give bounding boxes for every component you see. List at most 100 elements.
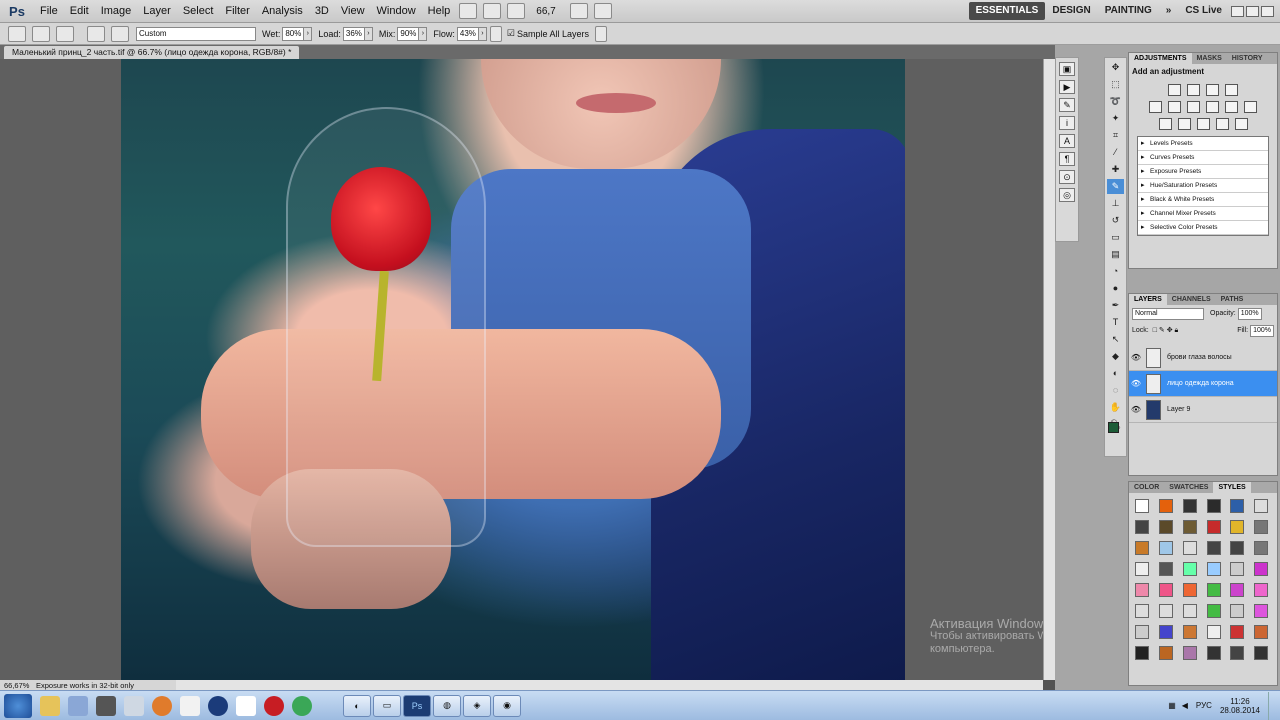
navigator-icon[interactable]: ◎ — [1059, 188, 1075, 202]
style-swatch[interactable] — [1206, 583, 1221, 597]
color-balance-icon[interactable] — [1187, 101, 1200, 113]
menu-analysis[interactable]: Analysis — [256, 0, 309, 23]
style-swatch[interactable] — [1158, 499, 1173, 513]
style-swatch[interactable] — [1254, 646, 1269, 660]
more-workspaces-icon[interactable]: » — [1159, 2, 1179, 20]
brush-panel-icon[interactable] — [56, 25, 74, 42]
style-swatch[interactable] — [1182, 541, 1197, 555]
style-swatch[interactable] — [1182, 604, 1197, 618]
3d-rotate-tool-icon[interactable]: ◐ — [1107, 366, 1124, 381]
threshold-icon[interactable] — [1196, 118, 1210, 130]
layer-row[interactable]: 👁︎ брови глаза волосы — [1129, 345, 1277, 371]
channel-mixer-icon[interactable] — [1244, 101, 1257, 113]
preset-curves[interactable]: Curves Presets — [1138, 151, 1268, 165]
preset-exposure[interactable]: Exposure Presets — [1138, 165, 1268, 179]
style-swatch[interactable] — [1182, 499, 1197, 513]
tab-swatches[interactable]: SWATCHES — [1164, 482, 1213, 493]
artwork-image[interactable] — [121, 59, 905, 680]
character-panel-icon[interactable]: A — [1059, 134, 1075, 148]
style-swatch[interactable] — [1182, 562, 1197, 576]
style-swatch[interactable] — [1206, 562, 1221, 576]
preset-channel-mixer[interactable]: Channel Mixer Presets — [1138, 207, 1268, 221]
levels-icon[interactable] — [1187, 84, 1200, 96]
clone-source-icon[interactable]: ⊙ — [1059, 170, 1075, 184]
pen-tool-icon[interactable]: ✒ — [1107, 298, 1124, 313]
style-swatch[interactable] — [1135, 499, 1149, 513]
style-swatch[interactable] — [1158, 583, 1173, 597]
sample-all-checkbox[interactable]: ☑ — [507, 28, 515, 39]
crop-tool-icon[interactable]: ⌗ — [1107, 128, 1124, 143]
language-indicator[interactable]: РУС — [1196, 701, 1212, 710]
style-swatch[interactable] — [1230, 562, 1245, 576]
load-brush-icon[interactable] — [87, 25, 105, 42]
task-button-photoshop[interactable]: Ps — [403, 694, 431, 717]
style-swatch[interactable] — [1158, 562, 1173, 576]
invert-icon[interactable] — [1158, 118, 1172, 130]
minimize-icon[interactable] — [1231, 5, 1244, 17]
chrome-icon[interactable] — [292, 695, 312, 716]
menu-layer[interactable]: Layer — [137, 0, 177, 23]
curves-icon[interactable] — [1206, 84, 1219, 96]
menu-image[interactable]: Image — [95, 0, 138, 23]
style-swatch[interactable] — [1158, 604, 1173, 618]
photo-filter-icon[interactable] — [1225, 101, 1238, 113]
style-swatch[interactable] — [1206, 604, 1221, 618]
mix-field[interactable]: 90% — [397, 26, 420, 41]
opera-icon[interactable] — [264, 695, 284, 716]
media-icon[interactable] — [208, 695, 228, 716]
style-swatch[interactable] — [1158, 646, 1173, 660]
eye-icon[interactable]: 👁︎ — [1129, 405, 1143, 414]
brightness-contrast-icon[interactable] — [1168, 84, 1181, 96]
canvas-area[interactable] — [0, 59, 1043, 680]
gradient-tool-icon[interactable]: ▤ — [1107, 247, 1124, 262]
launch-bridge-icon[interactable] — [459, 3, 478, 19]
move-tool-icon[interactable]: ✥ — [1107, 60, 1124, 75]
style-swatch[interactable] — [1206, 646, 1221, 660]
workspace-painting[interactable]: PAINTING — [1098, 2, 1159, 20]
arrange-documents-icon[interactable] — [569, 3, 588, 19]
type-tool-icon[interactable]: T — [1107, 315, 1124, 330]
network-icon[interactable]: ▦ — [1168, 701, 1176, 710]
history-brush-tool-icon[interactable]: ↺ — [1107, 213, 1124, 228]
mixer-brush-tool-icon[interactable] — [8, 25, 26, 42]
clock[interactable]: 11:26 28.08.2014 — [1220, 697, 1260, 715]
close-icon[interactable] — [1261, 5, 1274, 17]
layer-name[interactable]: брови глаза волосы — [1167, 354, 1232, 361]
style-swatch[interactable] — [1254, 520, 1269, 534]
eye-icon[interactable]: 👁︎ — [1129, 353, 1143, 362]
info-panel-icon[interactable]: i — [1059, 116, 1075, 130]
flow-dropdown-icon[interactable]: › — [478, 26, 487, 41]
history-panel-icon[interactable]: ▣ — [1059, 62, 1075, 76]
canvas-vertical-scrollbar[interactable] — [1043, 59, 1055, 680]
gradient-map-icon[interactable] — [1215, 118, 1229, 130]
paragraph-panel-icon[interactable]: ¶ — [1059, 152, 1075, 166]
start-button[interactable] — [4, 693, 32, 718]
style-swatch[interactable] — [1182, 583, 1197, 597]
menu-filter[interactable]: Filter — [219, 0, 255, 23]
marquee-tool-icon[interactable]: ⬚ — [1107, 77, 1124, 92]
quick-select-tool-icon[interactable]: ✦ — [1107, 111, 1124, 126]
launch-minibridge-icon[interactable] — [483, 3, 502, 19]
style-swatch[interactable] — [1206, 541, 1221, 555]
fill-field[interactable]: 100% — [1250, 324, 1274, 337]
style-swatch[interactable] — [1135, 541, 1149, 555]
tab-styles[interactable]: STYLES — [1213, 482, 1251, 493]
style-swatch[interactable] — [1230, 583, 1245, 597]
style-swatch[interactable] — [1135, 520, 1149, 534]
style-swatch[interactable] — [1158, 541, 1173, 555]
brush-preset-icon[interactable] — [32, 25, 50, 42]
workspace-design[interactable]: DESIGN — [1045, 2, 1097, 20]
tool-icon[interactable] — [96, 695, 116, 716]
lock-icons[interactable]: □ ✎ ✥ 🔒︎ — [1153, 326, 1179, 335]
restore-icon[interactable] — [1246, 5, 1259, 17]
style-swatch[interactable] — [1135, 604, 1149, 618]
3d-orbit-tool-icon[interactable]: ◌ — [1107, 383, 1124, 398]
brush-presets-icon[interactable]: ✎ — [1059, 98, 1075, 112]
tab-paths[interactable]: PATHS — [1216, 294, 1249, 305]
tab-adjustments[interactable]: ADJUSTMENTS — [1129, 53, 1192, 64]
tab-layers[interactable]: LAYERS — [1129, 294, 1167, 305]
hue-saturation-icon[interactable] — [1168, 101, 1181, 113]
explorer-icon[interactable] — [40, 695, 60, 716]
wet-dropdown-icon[interactable]: › — [304, 26, 313, 41]
blur-tool-icon[interactable]: ◔ — [1107, 264, 1124, 279]
